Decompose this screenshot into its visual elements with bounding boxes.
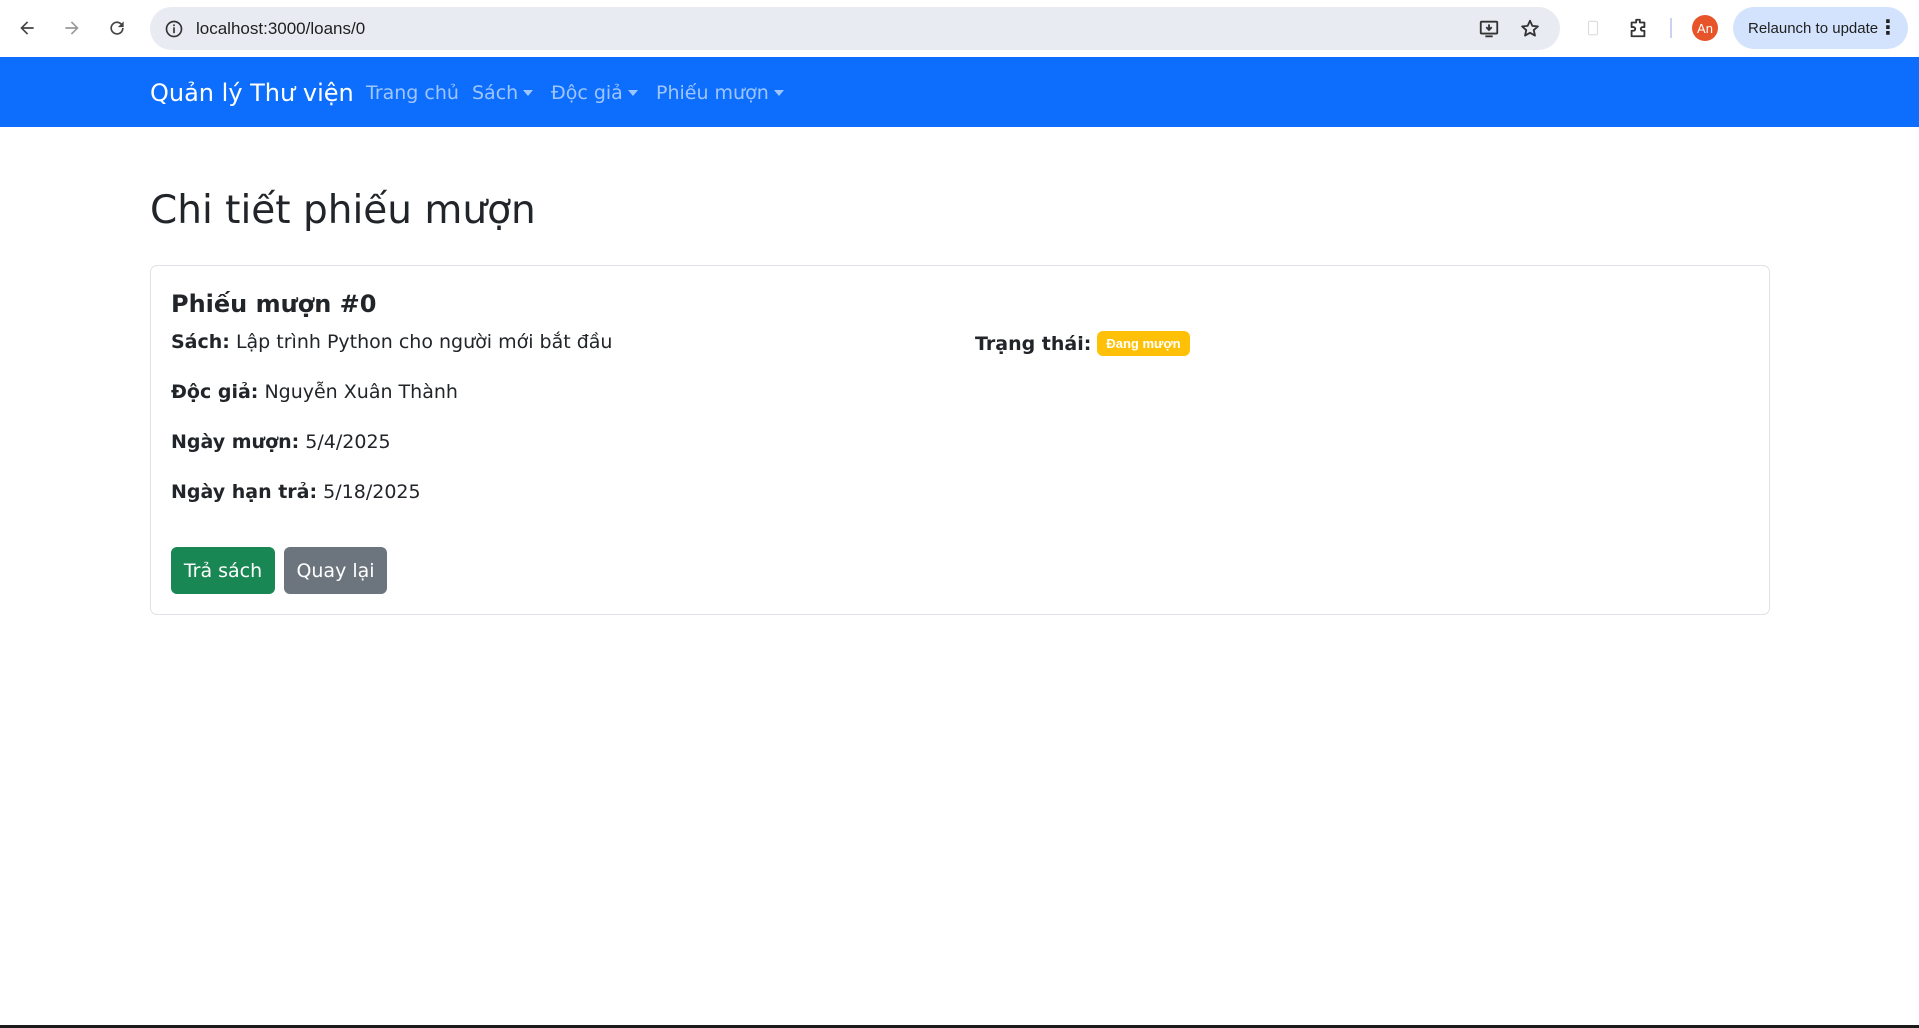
caret-down-icon — [627, 90, 638, 96]
due-date-field: Ngày hạn trả: 5/18/2025 — [171, 481, 421, 503]
nav-link-home-label: Trang chủ — [366, 82, 459, 104]
app-navbar: Quản lý Thư viện Trang chủ Sách Độc giả … — [0, 57, 1919, 127]
back-button[interactable]: Quay lại — [284, 547, 387, 594]
extensions-icon[interactable] — [1624, 14, 1652, 42]
borrow-date-field: Ngày mượn: 5/4/2025 — [171, 431, 391, 453]
due-date-label: Ngày hạn trả: — [171, 481, 318, 503]
caret-down-icon — [773, 90, 784, 96]
tab-placeholder-icon — [1579, 14, 1607, 42]
book-label: Sách: — [171, 331, 230, 353]
more-vert-icon[interactable]: ⋮ — [1878, 18, 1898, 38]
caret-down-icon — [523, 90, 534, 96]
nav-dropdown-books-label: Sách — [472, 82, 519, 104]
address-bar[interactable]: localhost:3000/loans/0 — [150, 7, 1560, 50]
install-app-icon[interactable] — [1477, 17, 1501, 41]
relaunch-label: Relaunch to update — [1748, 19, 1879, 37]
reader-value: Nguyễn Xuân Thành — [264, 381, 458, 403]
toolbar-divider — [1670, 18, 1672, 38]
nav-dropdown-books[interactable]: Sách — [472, 82, 534, 104]
reload-icon[interactable] — [99, 10, 135, 46]
navbar-brand[interactable]: Quản lý Thư viện — [150, 79, 354, 107]
borrow-date-value: 5/4/2025 — [305, 431, 391, 453]
nav-dropdown-loans-label: Phiếu mượn — [656, 82, 769, 104]
nav-dropdown-readers[interactable]: Độc giả — [551, 82, 638, 104]
forward-arrow-icon[interactable] — [54, 10, 90, 46]
reader-label: Độc giả: — [171, 381, 259, 403]
page-title: Chi tiết phiếu mượn — [150, 188, 536, 233]
relaunch-button[interactable]: Relaunch to update ⋮ — [1733, 7, 1908, 49]
profile-avatar[interactable]: An — [1692, 15, 1718, 41]
loan-title: Phiếu mượn #0 — [171, 290, 377, 318]
site-info-icon[interactable] — [162, 17, 186, 41]
book-field: Sách: Lập trình Python cho người mới bắt… — [171, 331, 612, 353]
due-date-value: 5/18/2025 — [323, 481, 421, 503]
return-book-button[interactable]: Trả sách — [171, 547, 275, 594]
nav-dropdown-loans[interactable]: Phiếu mượn — [656, 82, 784, 104]
browser-toolbar: localhost:3000/loans/0 An Relaunch to up… — [0, 0, 1919, 57]
loan-detail-card: Phiếu mượn #0 Sách: Lập trình Python cho… — [150, 265, 1770, 615]
status-badge: Đang mượn — [1097, 331, 1190, 356]
url-text[interactable]: localhost:3000/loans/0 — [196, 19, 365, 39]
reader-field: Độc giả: Nguyễn Xuân Thành — [171, 381, 458, 403]
nav-link-home[interactable]: Trang chủ — [366, 82, 459, 104]
bookmark-star-icon[interactable] — [1518, 17, 1542, 41]
borrow-date-label: Ngày mượn: — [171, 431, 300, 453]
status-label: Trạng thái: — [975, 332, 1092, 355]
nav-dropdown-readers-label: Độc giả — [551, 82, 623, 104]
status-field: Trạng thái: Đang mượn — [975, 331, 1190, 356]
book-value: Lập trình Python cho người mới bắt đầu — [235, 331, 613, 353]
back-arrow-icon[interactable] — [9, 10, 45, 46]
